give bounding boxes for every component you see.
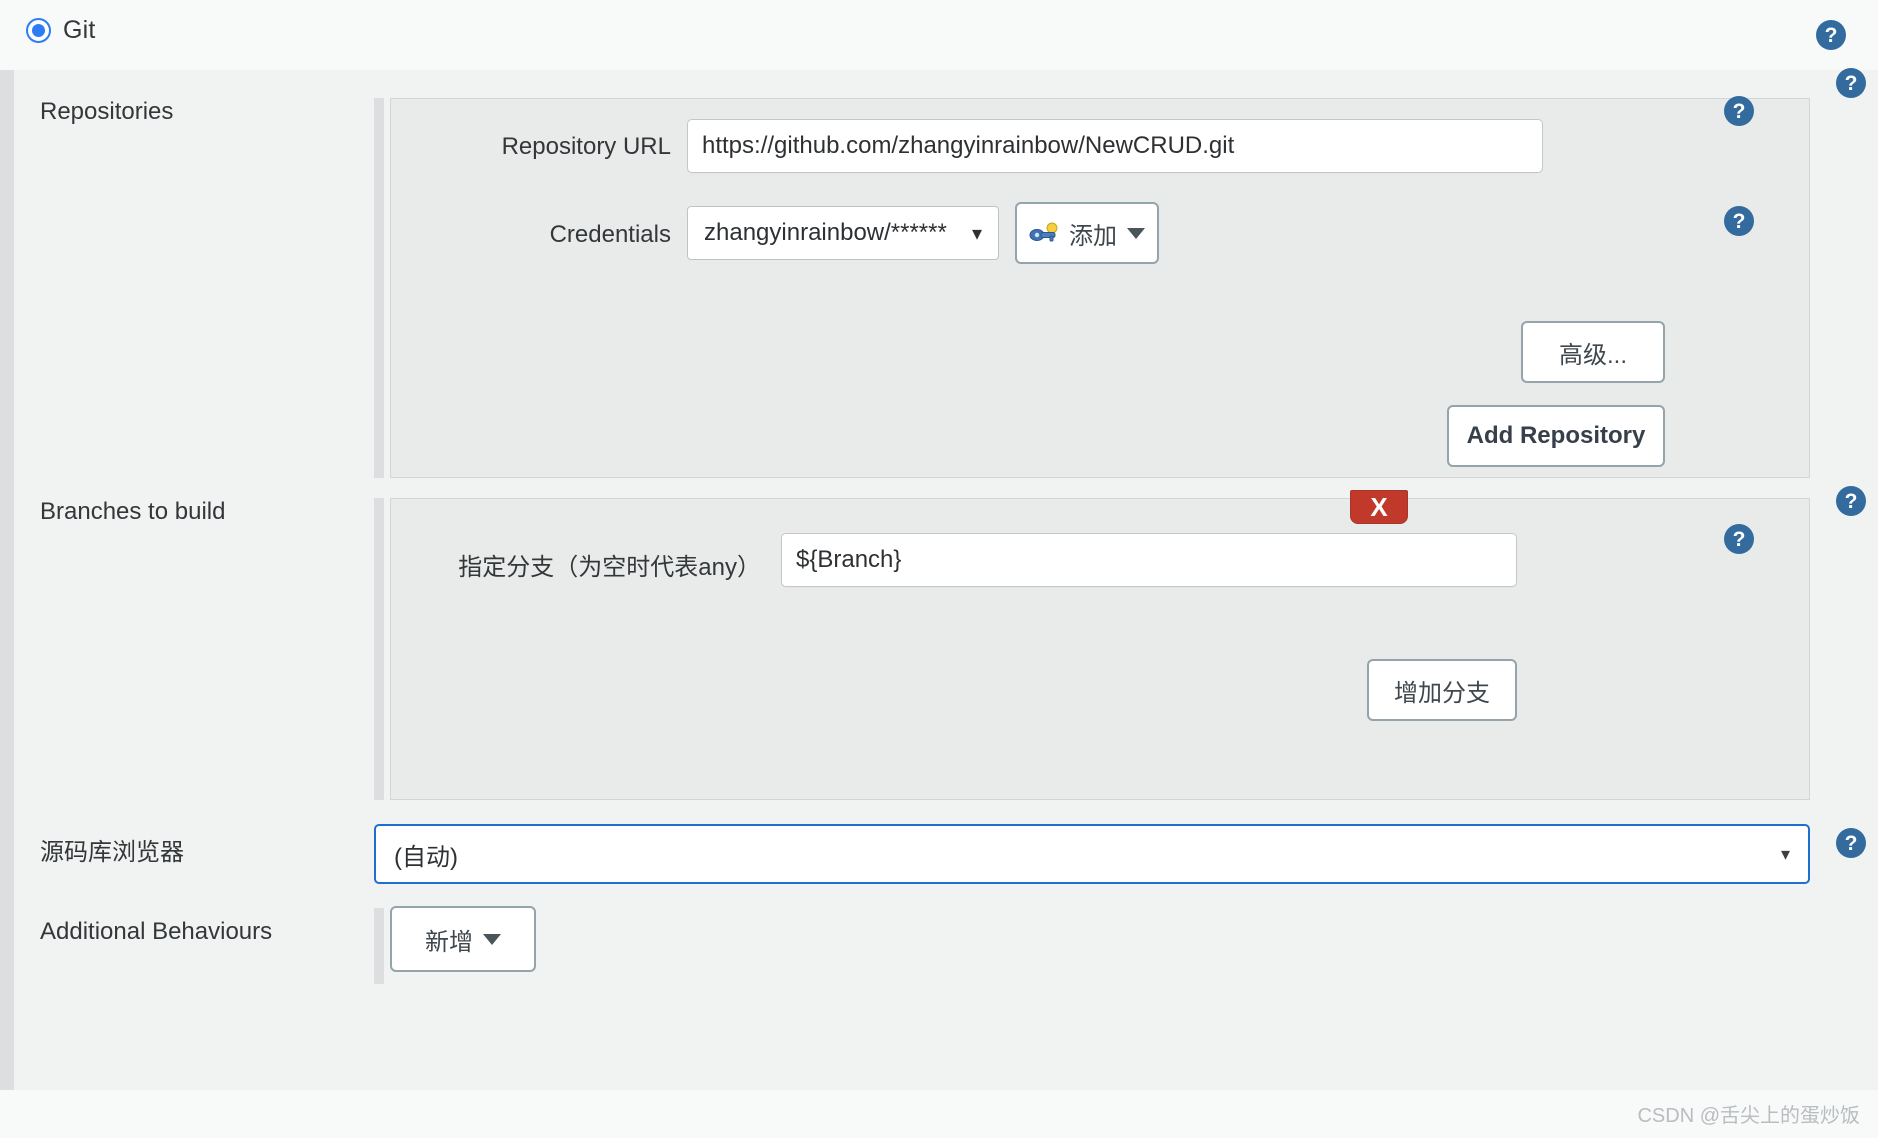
repositories-panel: Repository URL Credentials zhangyinrainb… [390,98,1810,478]
advanced-button[interactable]: 高级... [1521,321,1665,383]
caret-down-icon [1127,227,1145,239]
help-icon-scm[interactable]: ? [1816,20,1846,50]
repositories-row: Repositories Repository URL Credentials … [40,68,1866,478]
scm-header: Git ? [14,0,1878,70]
help-icon-branches[interactable]: ? [1836,486,1866,516]
add-credentials-label: 添加 [1069,222,1117,250]
source-browser-selected-value: (自动) [394,843,458,871]
delete-branch-button[interactable]: X [1350,490,1408,524]
branch-specifier-label: 指定分支（为空时代表any） [458,554,761,581]
source-browser-label: 源码库浏览器 [40,839,184,866]
repository-url-input[interactable] [687,119,1543,173]
key-icon [1029,222,1058,242]
additional-behaviours-label: Additional Behaviours [40,918,273,945]
branches-panel: 指定分支（为空时代表any） 增加分支 [390,498,1810,800]
scm-radio-label: Git [63,16,96,44]
advanced-button-label: 高级... [1558,341,1627,369]
chevron-down-icon: ▾ [1780,843,1790,864]
additional-behaviours-divider [374,908,384,984]
branches-label: Branches to build [40,498,226,525]
caret-down-icon [483,933,501,945]
help-icon-source-browser[interactable]: ? [1836,828,1866,858]
branches-divider [374,498,384,800]
add-behaviour-label: 新增 [425,928,473,956]
repositories-divider [374,98,384,478]
branches-row: Branches to build 指定分支（为空时代表any） 增加分支 X … [40,486,1866,800]
help-icon-credentials[interactable]: ? [1724,206,1754,236]
scm-radio-git[interactable]: Git [26,16,96,45]
scm-body: Repositories Repository URL Credentials … [14,68,1878,1090]
watermark: CSDN @舌尖上的蛋炒饭 [1637,1105,1860,1127]
source-browser-row: 源码库浏览器 (自动) ▾ ? [40,824,1866,892]
branch-specifier-input[interactable] [781,533,1517,587]
add-behaviour-button[interactable]: 新增 [390,906,536,972]
help-icon-repository-url[interactable]: ? [1724,96,1754,126]
radio-selected-icon[interactable] [26,18,51,43]
credentials-select[interactable]: zhangyinrainbow/****** ▾ [687,206,999,260]
chevron-down-icon: ▾ [971,222,982,245]
repository-url-label: Repository URL [501,133,671,160]
help-icon-repositories[interactable]: ? [1836,68,1866,98]
source-browser-select[interactable]: (自动) ▾ [374,824,1810,884]
repositories-label: Repositories [40,98,174,125]
add-credentials-button[interactable]: 添加 [1015,202,1159,264]
credentials-selected-value: zhangyinrainbow/****** [704,219,947,246]
left-gutter-strip [0,70,14,1090]
add-branch-label: 增加分支 [1394,679,1490,707]
add-branch-button[interactable]: 增加分支 [1367,659,1517,721]
help-icon-branch-specifier[interactable]: ? [1724,524,1754,554]
git-scm-config-page: Git ? Repositories Repository URL Creden… [0,0,1878,1138]
additional-behaviours-row: Additional Behaviours 新增 [40,906,1860,998]
add-repository-button[interactable]: Add Repository [1447,405,1665,467]
credentials-label: Credentials [549,221,671,248]
add-repository-label: Add Repository [1466,422,1646,449]
